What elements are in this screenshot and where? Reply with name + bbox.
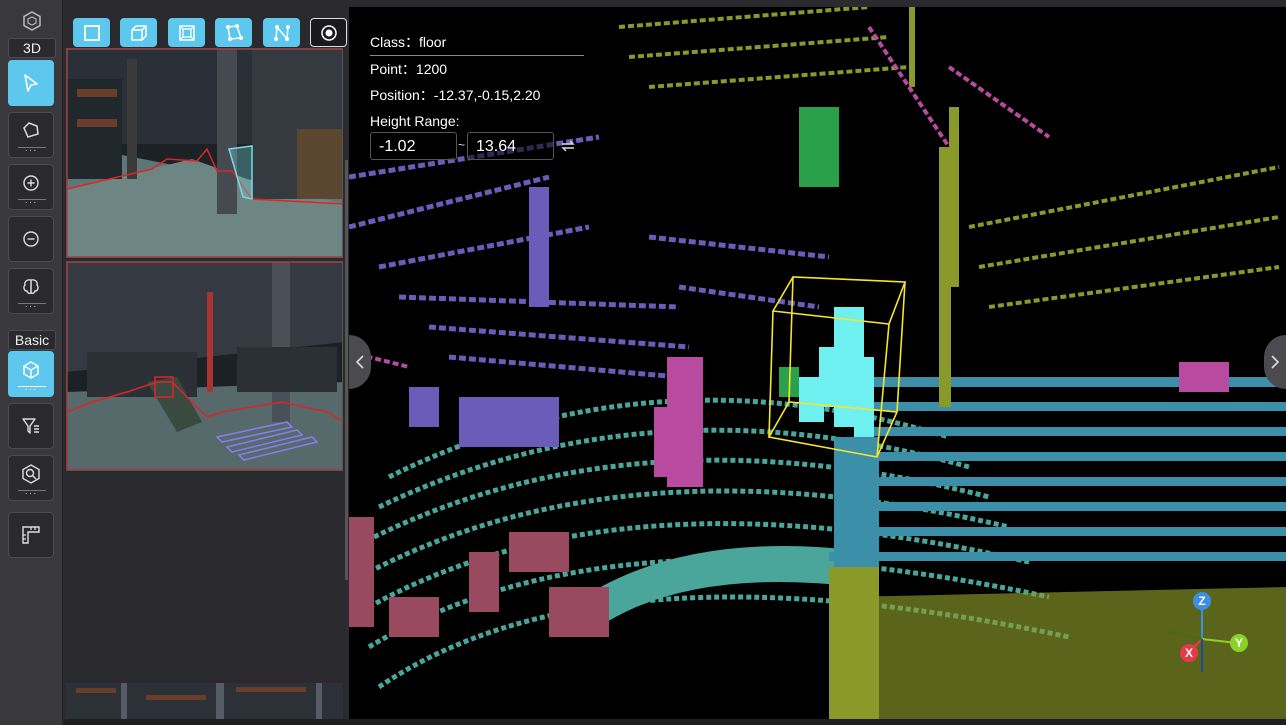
height-range-label: Height Range: (370, 113, 460, 129)
more-options-dots[interactable]: ··· (9, 198, 53, 208)
axis-z-label: Z (1198, 594, 1205, 608)
filter-icon (22, 418, 39, 434)
zoom-out-icon (23, 231, 39, 247)
point-info-panel: Class：floor Point：1200 Position：-12.37,-… (370, 29, 584, 134)
warehouse-camera-view-1 (67, 49, 342, 257)
point-count-label: Point：1200 (370, 61, 448, 77)
more-options-dots[interactable]: ··· (9, 385, 53, 395)
chevron-left-icon (355, 355, 364, 369)
point-icon (320, 24, 337, 41)
more-options-dots[interactable]: ··· (9, 302, 53, 312)
ai-model-tool-button[interactable]: ··· (8, 268, 54, 314)
height-max-input[interactable]: 13.64 (467, 132, 554, 160)
cube-face-mode-button[interactable] (168, 18, 205, 47)
camera-image-3[interactable] (66, 683, 343, 719)
polygon-lasso-tool-button[interactable]: ··· (8, 112, 54, 158)
section-basic-label: Basic (8, 330, 56, 350)
camera-panel (64, 7, 347, 719)
more-options-dots[interactable]: ··· (9, 146, 53, 156)
rect-mode-button[interactable] (73, 18, 110, 47)
cube-icon (23, 361, 39, 379)
position-label: Position：-12.37,-0.15,2.20 (370, 87, 541, 103)
zoom-out-tool-button[interactable] (8, 216, 54, 262)
warehouse-camera-view-3 (66, 683, 343, 719)
zoom-in-tool-button[interactable]: ··· (8, 164, 54, 210)
filter-tool-button[interactable] (8, 403, 54, 449)
cuboid-tool-button[interactable]: ··· (8, 351, 54, 397)
point-mode-button[interactable] (310, 18, 347, 47)
axis-x-label: X (1185, 646, 1193, 660)
select-tool-button[interactable] (8, 60, 54, 106)
scan-search-icon (22, 464, 40, 484)
camera-image-2[interactable] (66, 261, 343, 471)
polygon-select-icon (23, 122, 39, 138)
cuboid-icon (130, 24, 147, 41)
polyline-icon (273, 24, 290, 41)
search-point-tool-button[interactable]: ··· (8, 455, 54, 501)
axis-y-label: Y (1235, 636, 1243, 650)
polygon-icon (225, 23, 243, 41)
height-min-input[interactable]: -1.02 (370, 132, 457, 160)
left-toolbar: 3D ··· ··· ··· Basic ··· ··· (0, 0, 63, 725)
app-logo-icon (19, 8, 45, 34)
panel-resize-handle[interactable] (345, 160, 348, 580)
section-3d-label: 3D (8, 38, 56, 58)
cursor-icon (24, 74, 38, 92)
polygon-mode-button[interactable] (215, 18, 252, 47)
swap-range-icon[interactable] (560, 138, 576, 159)
ruler-icon (22, 526, 40, 544)
height-range-separator: ~ (458, 138, 466, 152)
rectangle-icon (83, 24, 100, 41)
point-cloud-viewer[interactable]: Z Y X Class：floor Point：1200 Position：-1… (349, 7, 1286, 719)
brain-icon (23, 279, 39, 295)
warehouse-camera-view-2 (67, 262, 342, 470)
class-label: Class：floor (370, 29, 584, 56)
camera-image-1[interactable] (66, 48, 343, 258)
measure-tool-button[interactable] (8, 512, 54, 558)
chevron-right-icon (1271, 355, 1280, 369)
polyline-mode-button[interactable] (263, 18, 300, 47)
bottom-bar (64, 719, 1286, 725)
cube-face-icon (178, 24, 195, 41)
more-options-dots[interactable]: ··· (9, 489, 53, 499)
zoom-in-icon (23, 175, 39, 191)
cuboid-mode-button[interactable] (120, 18, 157, 47)
